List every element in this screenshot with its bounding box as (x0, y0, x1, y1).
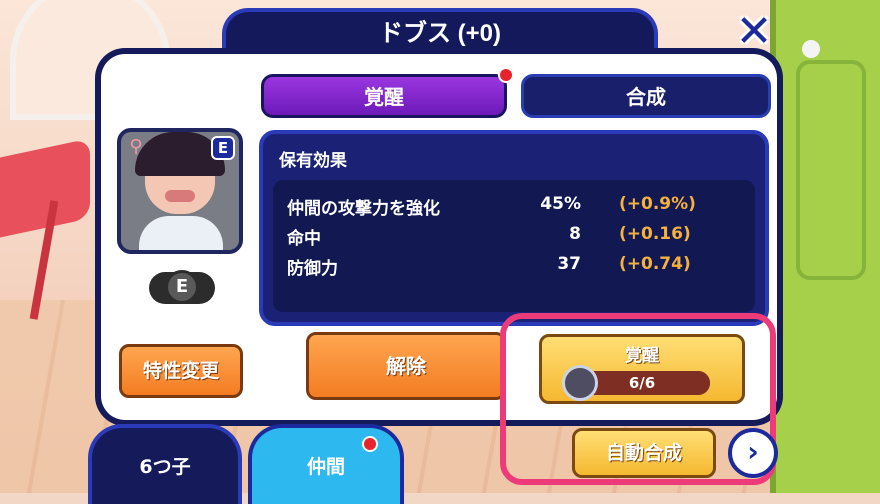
effect-name: 命中 (287, 229, 321, 249)
tab-awaken-label: 覚醒 (364, 85, 404, 109)
character-portrait[interactable]: ⚲ E (117, 128, 243, 254)
tab-allies[interactable]: 仲間 (248, 424, 404, 504)
effects-title: 保有効果 (279, 151, 347, 171)
door-panel (796, 60, 866, 280)
effect-row: 命中 8 (+0.16) (287, 220, 741, 250)
tab-awaken[interactable]: 覚醒 (261, 67, 514, 118)
effect-name: 仲間の攻撃力を強化 (287, 199, 440, 219)
rank-pill-letter: E (165, 270, 199, 304)
auto-synthesis-button[interactable]: 自動合成 (572, 428, 716, 478)
effect-bonus: (+0.9%) (619, 194, 696, 214)
tab-synthesis[interactable]: 合成 (521, 74, 771, 118)
effect-value: 37 (557, 254, 581, 274)
character-body (139, 216, 223, 250)
rank-pill: E (149, 270, 215, 304)
tab-synthesis-label: 合成 (626, 85, 666, 109)
tab-sextuplets-label: 6つ子 (139, 456, 191, 478)
effect-row: 仲間の攻撃力を強化 45% (+0.9%) (287, 190, 741, 220)
effect-bonus: (+0.16) (619, 224, 691, 244)
notification-dot (362, 436, 378, 452)
lock-icon[interactable]: ⚲ (125, 136, 147, 158)
effect-row: 防御力 37 (+0.74) (287, 250, 741, 280)
next-arrow-icon[interactable]: › (728, 428, 778, 478)
tab-allies-label: 仲間 (306, 456, 345, 478)
effect-bonus: (+0.74) (619, 254, 691, 274)
effects-list: 仲間の攻撃力を強化 45% (+0.9%) 命中 8 (+0.16) 防御力 3… (273, 180, 755, 312)
tab-sextuplets[interactable]: 6つ子 (88, 424, 242, 504)
background-door (770, 0, 880, 493)
notification-dot (498, 67, 514, 83)
effect-value: 8 (569, 224, 581, 244)
effects-box: 保有効果 仲間の攻撃力を強化 45% (+0.9%) 命中 8 (+0.16) … (259, 130, 769, 326)
trait-change-button[interactable]: 特性変更 (119, 344, 243, 398)
door-knob (802, 40, 820, 58)
character-lips (165, 190, 195, 202)
rank-badge: E (211, 136, 235, 160)
effect-name: 防御力 (287, 259, 338, 279)
release-button[interactable]: 解除 (306, 332, 506, 400)
effect-value: 45% (540, 194, 581, 214)
